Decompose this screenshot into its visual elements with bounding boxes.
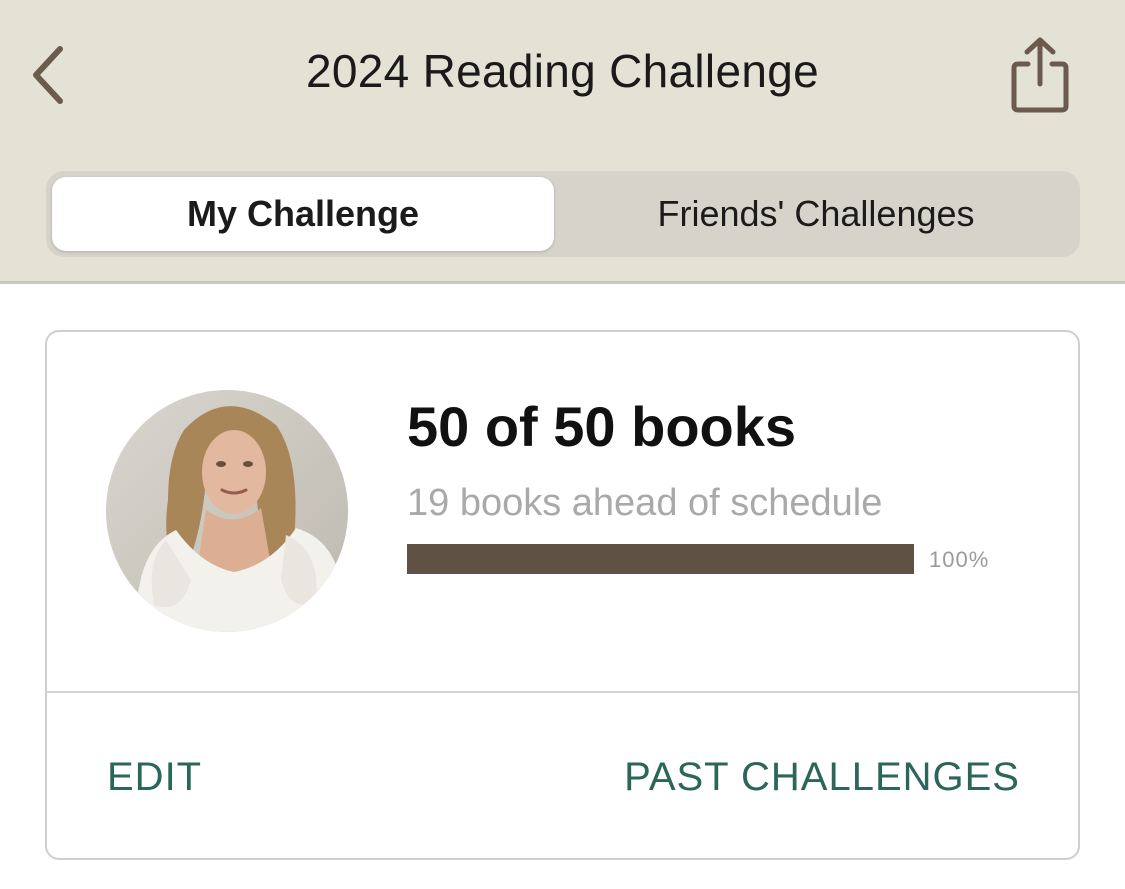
header-bar: 2024 Reading Challenge My Challenge Frie… (0, 0, 1125, 284)
page-title: 2024 Reading Challenge (305, 45, 819, 97)
edit-button[interactable]: EDIT (107, 755, 202, 800)
progress-bar (407, 544, 914, 574)
past-challenges-button[interactable]: PAST CHALLENGES (624, 755, 1020, 800)
avatar[interactable] (106, 390, 348, 632)
tab-friends-challenges[interactable]: Friends' Challenges (558, 177, 1074, 251)
avatar-photo (106, 390, 348, 632)
books-progress-count: 50 of 50 books (407, 395, 797, 458)
challenge-tabs: My Challenge Friends' Challenges (46, 171, 1080, 257)
card-divider (47, 691, 1078, 693)
challenge-card: 50 of 50 books 19 books ahead of schedul… (45, 330, 1080, 860)
share-icon (1011, 37, 1069, 113)
share-button[interactable] (1000, 32, 1080, 118)
schedule-status: 19 books ahead of schedule (407, 482, 883, 524)
tab-my-challenge[interactable]: My Challenge (52, 177, 554, 251)
progress-percent-label: 100% (929, 547, 990, 572)
progress-bar-fill (407, 544, 914, 574)
